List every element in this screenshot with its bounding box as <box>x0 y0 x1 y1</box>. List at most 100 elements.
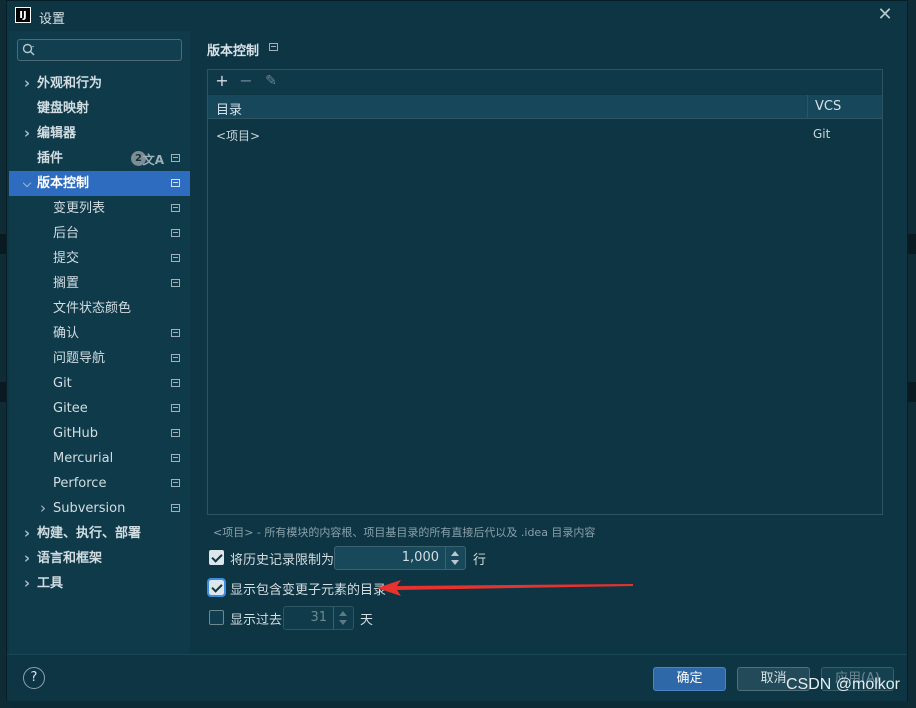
chevron-right-icon[interactable]: › <box>21 121 33 146</box>
sidebar-item[interactable]: › 语言和框架 <box>9 546 190 571</box>
cell-vcs: Git <box>813 127 831 141</box>
sidebar-item-label: 键盘映射 <box>37 101 90 116</box>
sidebar-item[interactable]: 搁置 <box>9 271 190 296</box>
project-settings-icon <box>269 43 278 51</box>
search-icon <box>22 43 35 56</box>
chevron-right-icon[interactable]: › <box>37 496 49 521</box>
sidebar-item[interactable]: › Subversion <box>9 496 190 521</box>
show-past-stepper[interactable]: 31 <box>283 606 354 630</box>
history-limit-checkbox[interactable] <box>209 550 224 565</box>
sidebar-item-label: 后台 <box>53 226 80 241</box>
stepper-arrows <box>333 607 353 629</box>
add-mapping-button[interactable]: + <box>213 72 231 90</box>
sidebar-item[interactable]: 问题导航 <box>9 346 190 371</box>
main-panel: 版本控制 + − ✎ 目录 VCS <项目> Git <项目> - 所有模块的内… <box>190 31 907 654</box>
sidebar-item[interactable]: 插件 2 文A <box>9 146 190 171</box>
chevron-right-icon[interactable]: › <box>21 71 33 96</box>
sidebar-item-label: 语言和框架 <box>37 551 103 566</box>
sidebar-item-label: 确认 <box>53 326 80 341</box>
history-limit-label: 将历史记录限制为: <box>230 553 339 568</box>
project-settings-icon <box>171 329 180 337</box>
watermark: CSDN @molkor <box>785 676 900 693</box>
project-settings-icon <box>171 504 180 512</box>
sidebar-item[interactable]: › 编辑器 <box>9 121 190 146</box>
sidebar-item-label: 问题导航 <box>53 351 106 366</box>
project-settings-icon <box>171 204 180 212</box>
sidebar-item-label: Perforce <box>53 476 107 491</box>
show-past-unit: 天 <box>360 613 374 628</box>
sidebar-item[interactable]: ⌵ 版本控制 <box>9 171 190 196</box>
sidebar-item[interactable]: Perforce <box>9 471 190 496</box>
project-settings-icon <box>171 229 180 237</box>
show-past-label: 显示过去 <box>230 613 283 628</box>
ok-button[interactable]: 确定 <box>653 667 726 691</box>
show-past-option: 显示过去 31 天 <box>209 606 409 630</box>
history-limit-value: 1,000 <box>401 550 439 565</box>
column-divider[interactable] <box>807 95 808 119</box>
plus-icon: + <box>215 71 229 90</box>
sidebar-item-label: 变更列表 <box>53 201 106 216</box>
project-settings-icon <box>171 404 180 412</box>
close-button[interactable]: ✕ <box>875 5 895 25</box>
sidebar-item-label: 构建、执行、部署 <box>37 526 142 541</box>
sidebar-item[interactable]: › 外观和行为 <box>9 71 190 96</box>
history-limit-unit: 行 <box>473 553 487 568</box>
minus-icon: − <box>239 71 253 90</box>
sidebar-item[interactable]: Gitee <box>9 396 190 421</box>
annotation-arrow-icon <box>377 580 633 596</box>
settings-sidebar: › 外观和行为键盘映射 › 编辑器 插件 2 文A ⌵ 版本控制变更列表后台提交搁置文件状态颜色… <box>9 31 190 654</box>
sidebar-item[interactable]: › 构建、执行、部署 <box>9 521 190 546</box>
history-limit-option: 将历史记录限制为: 1,000 行 <box>209 546 529 570</box>
sidebar-item[interactable]: 确认 <box>9 321 190 346</box>
edit-mapping-button[interactable]: ✎ <box>262 72 280 90</box>
increment-icon[interactable] <box>451 551 459 556</box>
pencil-icon: ✎ <box>265 73 277 89</box>
project-settings-icon <box>171 429 180 437</box>
dialog-footer: ? 确定 取消 应用(A) <box>7 654 907 701</box>
decrement-icon[interactable] <box>451 560 459 565</box>
sidebar-item[interactable]: 键盘映射 <box>9 96 190 121</box>
vcs-mappings-table: + − ✎ 目录 VCS <项目> Git <box>207 69 883 515</box>
sidebar-item-label: Subversion <box>53 501 126 516</box>
sidebar-item[interactable]: › 工具 <box>9 571 190 596</box>
column-header-directory[interactable]: 目录 <box>216 99 242 118</box>
sidebar-item-label: 外观和行为 <box>37 76 103 91</box>
project-settings-icon <box>171 479 180 487</box>
project-settings-icon <box>171 354 180 362</box>
cell-directory: <项目> <box>216 129 261 143</box>
chevron-right-icon[interactable]: › <box>21 521 33 546</box>
project-settings-icon <box>171 154 180 162</box>
sidebar-item-label: 搁置 <box>53 276 80 291</box>
sidebar-item[interactable]: 后台 <box>9 221 190 246</box>
sidebar-item-label: 文件状态颜色 <box>53 301 132 316</box>
help-button[interactable]: ? <box>23 667 45 689</box>
remove-mapping-button[interactable]: − <box>237 72 255 90</box>
search-input[interactable] <box>17 39 182 61</box>
sidebar-item-label: Mercurial <box>53 451 114 466</box>
chevron-down-icon[interactable]: ⌵ <box>21 171 33 196</box>
chevron-right-icon[interactable]: › <box>21 571 33 596</box>
chevron-right-icon[interactable]: › <box>21 546 33 571</box>
decrement-icon[interactable] <box>339 620 347 625</box>
sidebar-item-label: Gitee <box>53 401 88 416</box>
show-past-value: 31 <box>310 610 327 625</box>
sidebar-item[interactable]: GitHub <box>9 421 190 446</box>
title-bar: IJ 设置 ✕ <box>7 1 907 31</box>
sidebar-item[interactable]: Git <box>9 371 190 396</box>
column-header-vcs[interactable]: VCS <box>815 99 841 114</box>
page-title: 版本控制 <box>207 44 260 59</box>
table-row[interactable]: <项目> Git <box>208 122 882 146</box>
history-limit-stepper[interactable]: 1,000 <box>334 546 466 570</box>
sidebar-item-label: 工具 <box>37 576 64 591</box>
sidebar-item[interactable]: Mercurial <box>9 446 190 471</box>
sidebar-item[interactable]: 提交 <box>9 246 190 271</box>
translate-icon: 文A <box>142 153 164 167</box>
increment-icon[interactable] <box>339 611 347 616</box>
sidebar-item[interactable]: 变更列表 <box>9 196 190 221</box>
sidebar-item[interactable]: 文件状态颜色 <box>9 296 190 321</box>
sidebar-item-label: 版本控制 <box>37 176 90 191</box>
show-past-checkbox[interactable] <box>209 610 224 625</box>
project-settings-icon <box>171 279 180 287</box>
show-dirs-label: 显示包含变更子元素的目录 <box>230 583 387 598</box>
show-dirs-checkbox[interactable] <box>207 578 226 597</box>
